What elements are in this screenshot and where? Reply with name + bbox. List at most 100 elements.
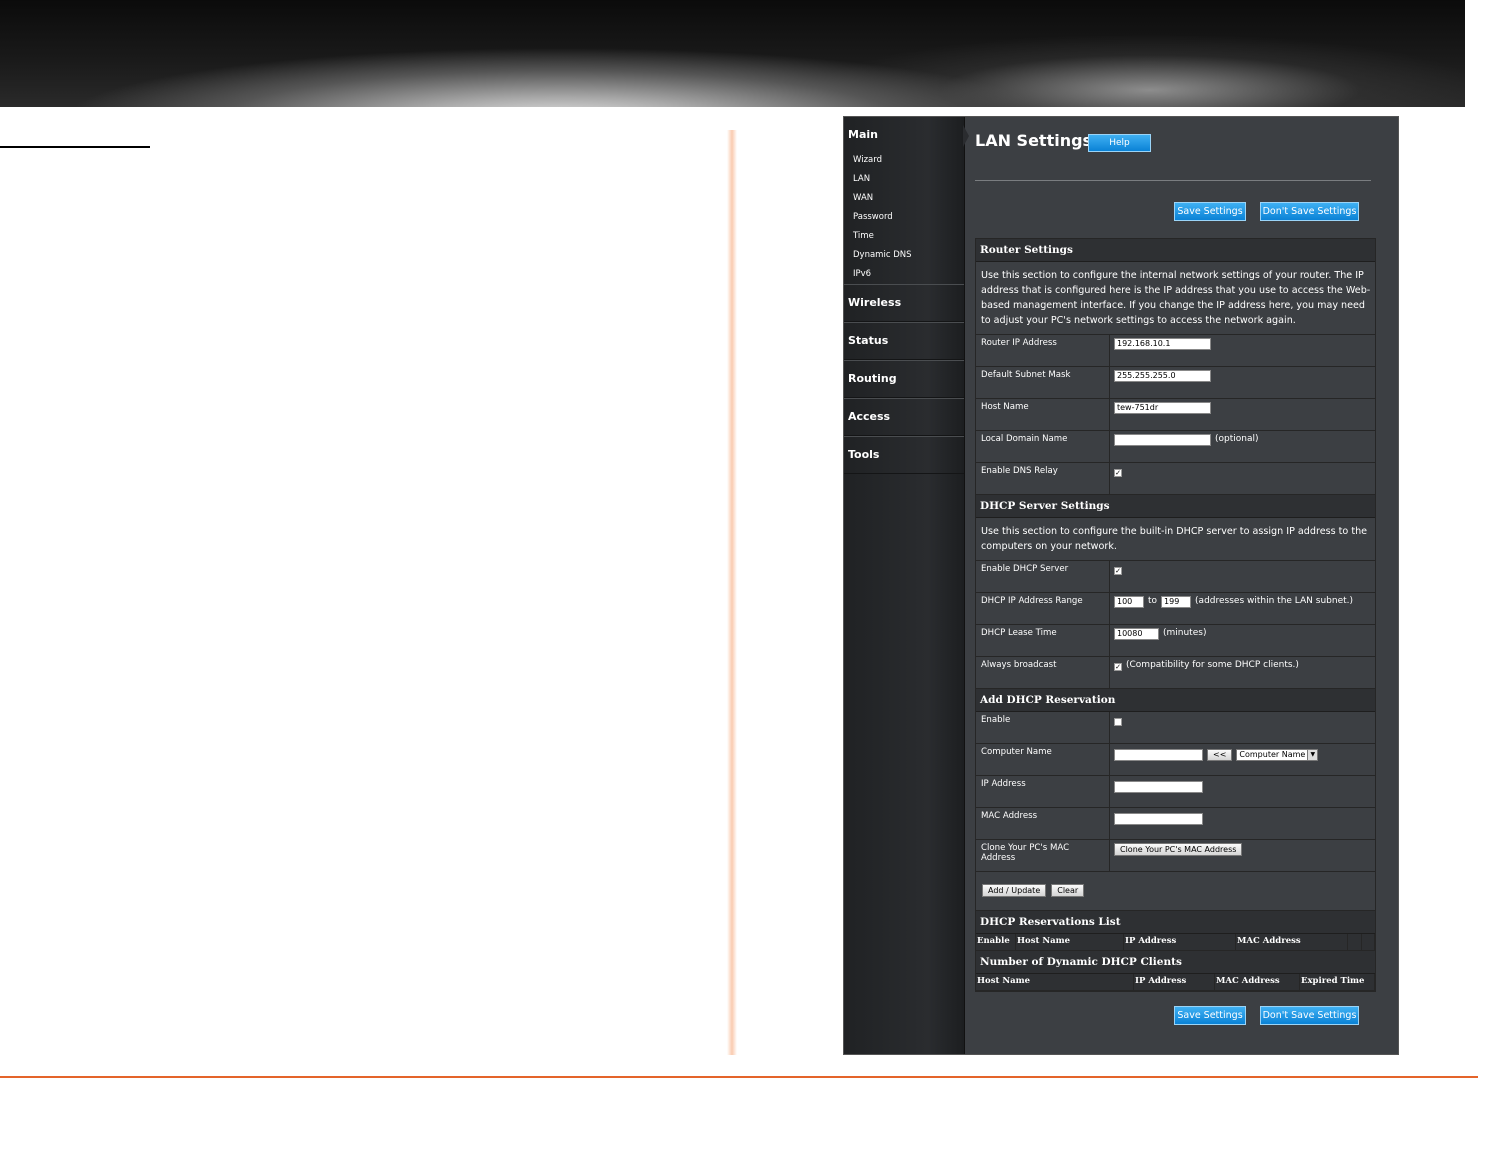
always-broadcast-checkbox[interactable]: ✓	[1114, 663, 1122, 671]
always-broadcast-row: Always broadcast ✓ (Compatibility for so…	[976, 657, 1375, 689]
clone-mac-button[interactable]: Clone Your PC's MAC Address	[1114, 843, 1243, 856]
add-update-button[interactable]: Add / Update	[982, 884, 1047, 897]
dhcp-lease-input[interactable]: 10080	[1114, 628, 1159, 640]
clear-button[interactable]: Clear	[1051, 884, 1085, 897]
computer-name-select-value: Computer Name	[1239, 750, 1306, 759]
reservation-mac-input[interactable]	[1114, 813, 1203, 825]
heading-underline	[0, 146, 150, 148]
sidebar: Main Wizard LAN WAN Password Time Dynami…	[844, 117, 965, 1054]
dynamic-clients-header: Number of Dynamic DHCP Clients	[976, 951, 1375, 974]
column-ip-address: IP Address	[1134, 974, 1215, 990]
reservation-ip-input[interactable]	[1114, 781, 1203, 793]
reservation-enable-label: Enable	[976, 712, 1110, 743]
reservation-enable-row: Enable	[976, 712, 1375, 744]
reservations-list-header: DHCP Reservations List	[976, 911, 1375, 934]
reservation-enable-checkbox[interactable]	[1114, 718, 1122, 726]
column-mac-address: MAC Address	[1236, 934, 1348, 950]
reservation-mac-row: MAC Address	[976, 808, 1375, 840]
top-banner	[0, 0, 1465, 107]
local-domain-label: Local Domain Name	[976, 431, 1110, 462]
always-broadcast-hint: (Compatibility for some DHCP clients.)	[1126, 660, 1299, 670]
always-broadcast-label: Always broadcast	[976, 657, 1110, 688]
local-domain-hint: (optional)	[1215, 434, 1259, 444]
dns-relay-checkbox[interactable]: ✓	[1114, 469, 1122, 477]
reservation-mac-label: MAC Address	[976, 808, 1110, 839]
clone-mac-row: Clone Your PC's MAC Address Clone Your P…	[976, 840, 1375, 872]
column-enable: Enable	[976, 934, 1016, 950]
save-settings-button-top[interactable]: Save Settings	[1174, 202, 1246, 221]
dhcp-range-start-input[interactable]: 100	[1114, 596, 1144, 608]
reservation-actions: Add / Update Clear	[976, 872, 1375, 911]
router-ip-input[interactable]: 192.168.10.1	[1114, 338, 1211, 350]
computer-name-select[interactable]: Computer Name ▼	[1236, 749, 1319, 761]
subnet-mask-row: Default Subnet Mask 255.255.255.0	[976, 367, 1375, 399]
help-button[interactable]: Help	[1088, 134, 1151, 152]
sidebar-section-routing[interactable]: Routing	[844, 360, 964, 398]
sidebar-item-wan[interactable]: WAN	[853, 194, 964, 213]
dhcp-range-label: DHCP IP Address Range	[976, 593, 1110, 624]
local-domain-input[interactable]	[1114, 434, 1211, 446]
column-host-name: Host Name	[976, 974, 1134, 990]
dns-relay-label: Enable DNS Relay	[976, 463, 1110, 494]
column-action-2	[1362, 934, 1375, 950]
subnet-mask-label: Default Subnet Mask	[976, 367, 1110, 398]
host-name-label: Host Name	[976, 399, 1110, 430]
sidebar-section-access[interactable]: Access	[844, 398, 964, 436]
reservation-ip-label: IP Address	[976, 776, 1110, 807]
computer-name-row: Computer Name << Computer Name ▼	[976, 744, 1375, 776]
footer-rule	[0, 1076, 1478, 1078]
dhcp-server-header: DHCP Server Settings	[976, 495, 1375, 518]
page-title: LAN Settings	[975, 131, 1093, 150]
enable-dhcp-checkbox[interactable]: ✓	[1114, 567, 1122, 575]
router-settings-description: Use this section to configure the intern…	[976, 262, 1375, 335]
copy-computer-name-button[interactable]: <<	[1207, 749, 1233, 761]
sidebar-item-dynamic-dns[interactable]: Dynamic DNS	[853, 251, 964, 270]
sidebar-item-password[interactable]: Password	[853, 213, 964, 232]
column-expired-time: Expired Time	[1300, 974, 1375, 990]
router-ip-label: Router IP Address	[976, 335, 1110, 366]
dns-relay-row: Enable DNS Relay ✓	[976, 463, 1375, 495]
local-domain-row: Local Domain Name (optional)	[976, 431, 1375, 463]
computer-name-input[interactable]	[1114, 749, 1203, 761]
subnet-mask-input[interactable]: 255.255.255.0	[1114, 370, 1211, 382]
enable-dhcp-label: Enable DHCP Server	[976, 561, 1110, 592]
sidebar-section-tools[interactable]: Tools	[844, 436, 964, 474]
sidebar-main-items: Wizard LAN WAN Password Time Dynamic DNS…	[844, 156, 964, 289]
column-ip-address: IP Address	[1124, 934, 1236, 950]
dynamic-clients-columns: Host Name IP Address MAC Address Expired…	[976, 974, 1375, 991]
sidebar-item-wizard[interactable]: Wizard	[853, 156, 964, 175]
dhcp-lease-hint: (minutes)	[1163, 628, 1207, 638]
sidebar-active-pointer	[963, 125, 969, 147]
sidebar-section-status[interactable]: Status	[844, 322, 964, 360]
router-settings-header: Router Settings	[976, 239, 1375, 262]
dhcp-range-row: DHCP IP Address Range 100 to 199 (addres…	[976, 593, 1375, 625]
host-name-input[interactable]: tew-751dr	[1114, 402, 1211, 414]
dhcp-lease-label: DHCP Lease Time	[976, 625, 1110, 656]
enable-dhcp-row: Enable DHCP Server ✓	[976, 561, 1375, 593]
dont-save-settings-button-top[interactable]: Don't Save Settings	[1260, 202, 1359, 221]
computer-name-label: Computer Name	[976, 744, 1110, 775]
settings-panel: Router Settings Use this section to conf…	[975, 238, 1376, 992]
column-mac-address: MAC Address	[1215, 974, 1300, 990]
sidebar-item-lan[interactable]: LAN	[853, 175, 964, 194]
dhcp-lease-row: DHCP Lease Time 10080 (minutes)	[976, 625, 1375, 657]
divider-glow	[727, 130, 737, 1055]
sidebar-section-wireless[interactable]: Wireless	[844, 284, 964, 322]
dhcp-range-end-input[interactable]: 199	[1161, 596, 1192, 608]
dhcp-range-hint: (addresses within the LAN subnet.)	[1195, 596, 1354, 606]
dont-save-settings-button-bottom[interactable]: Don't Save Settings	[1260, 1006, 1359, 1025]
router-ui-screenshot: Main Wizard LAN WAN Password Time Dynami…	[843, 116, 1399, 1055]
chevron-down-icon: ▼	[1307, 750, 1318, 760]
dhcp-server-description: Use this section to configure the built-…	[976, 518, 1375, 561]
title-divider	[975, 180, 1371, 181]
reservations-list-columns: Enable Host Name IP Address MAC Address	[976, 934, 1375, 951]
sidebar-main-label[interactable]: Main	[844, 117, 964, 141]
clone-mac-label: Clone Your PC's MAC Address	[976, 840, 1110, 871]
save-settings-button-bottom[interactable]: Save Settings	[1174, 1006, 1246, 1025]
reservation-ip-row: IP Address	[976, 776, 1375, 808]
column-host-name: Host Name	[1016, 934, 1124, 950]
sidebar-item-time[interactable]: Time	[853, 232, 964, 251]
router-ip-row: Router IP Address 192.168.10.1	[976, 335, 1375, 367]
dhcp-range-to: to	[1148, 596, 1158, 606]
column-action-1	[1348, 934, 1362, 950]
